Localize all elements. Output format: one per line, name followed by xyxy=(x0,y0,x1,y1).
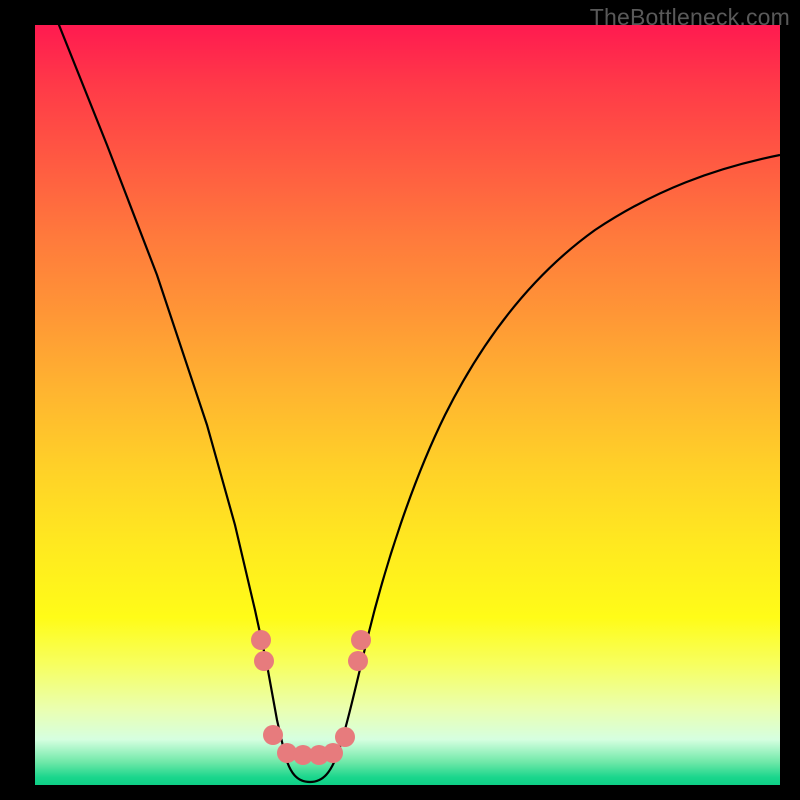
bottleneck-curve-path xyxy=(57,25,780,782)
watermark-text: TheBottleneck.com xyxy=(590,4,790,31)
chart-frame: TheBottleneck.com xyxy=(0,0,800,800)
chart-plot-area xyxy=(35,25,780,785)
bottleneck-curve-svg xyxy=(35,25,780,785)
